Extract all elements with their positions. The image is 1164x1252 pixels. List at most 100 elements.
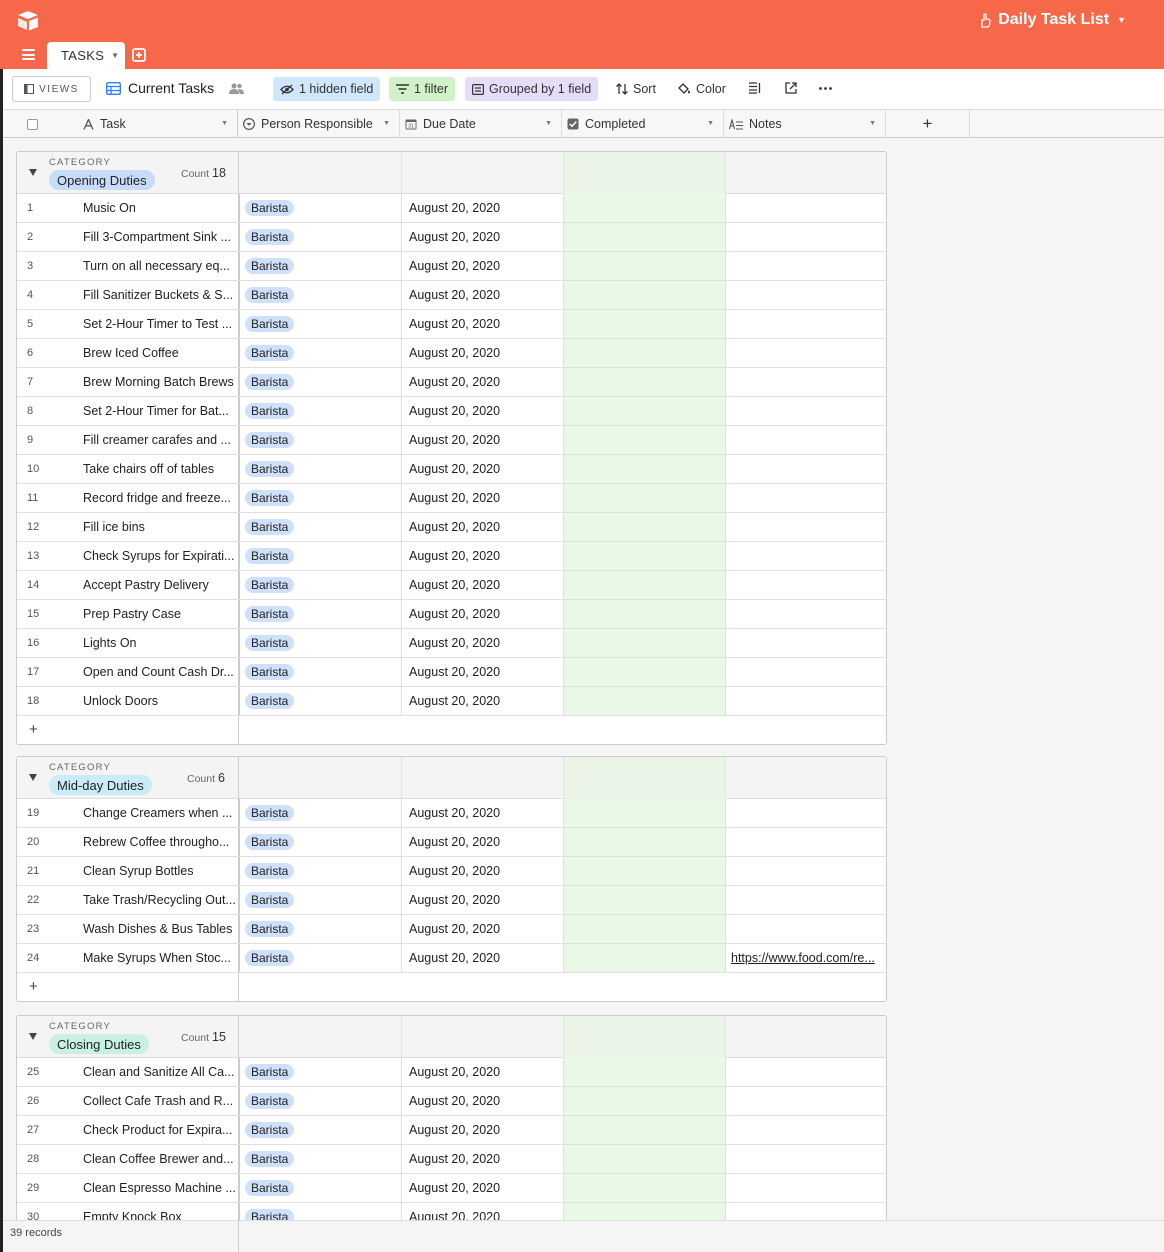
person-cell[interactable]: Barista <box>239 223 401 251</box>
date-cell[interactable]: August 20, 2020 <box>401 1145 563 1173</box>
person-cell[interactable]: Barista <box>239 944 401 972</box>
person-cell[interactable]: Barista <box>239 194 401 222</box>
completed-cell[interactable] <box>563 484 725 512</box>
completed-cell[interactable] <box>563 455 725 483</box>
date-cell[interactable]: August 20, 2020 <box>401 252 563 280</box>
notes-cell[interactable] <box>725 455 887 483</box>
completed-cell[interactable] <box>563 857 725 885</box>
table-row[interactable]: 16 Lights On Barista August 20, 2020 <box>17 629 886 658</box>
person-cell[interactable]: Barista <box>239 455 401 483</box>
notes-cell[interactable] <box>725 281 887 309</box>
task-cell[interactable]: Fill 3-Compartment Sink ... <box>83 223 237 251</box>
group-button[interactable]: Grouped by 1 field <box>465 77 599 101</box>
task-cell[interactable]: Check Product for Expira... <box>83 1116 237 1144</box>
date-cell[interactable]: August 20, 2020 <box>401 223 563 251</box>
notes-cell[interactable] <box>725 658 887 686</box>
task-cell[interactable]: Take chairs off of tables <box>83 455 237 483</box>
person-cell[interactable]: Barista <box>239 1058 401 1086</box>
task-cell[interactable]: Open and Count Cash Dr... <box>83 658 237 686</box>
date-cell[interactable]: August 20, 2020 <box>401 1174 563 1202</box>
add-record-row[interactable]: + <box>17 973 886 1001</box>
date-cell[interactable]: August 20, 2020 <box>401 658 563 686</box>
date-cell[interactable]: August 20, 2020 <box>401 310 563 338</box>
hide-fields-button[interactable]: 1 hidden field <box>273 77 381 101</box>
task-cell[interactable]: Fill creamer carafes and ... <box>83 426 237 454</box>
completed-cell[interactable] <box>563 426 725 454</box>
views-button[interactable]: VIEWS <box>12 76 91 102</box>
person-cell[interactable]: Barista <box>239 828 401 856</box>
num-cell[interactable]: 9 <box>17 426 57 454</box>
column-header-completed[interactable]: Completed ▼ <box>562 110 724 138</box>
base-title[interactable]: Daily Task List ▼ <box>979 11 1126 29</box>
notes-cell[interactable] <box>725 629 887 657</box>
task-cell[interactable]: Take Trash/Recycling Out... <box>83 886 237 914</box>
task-cell[interactable]: Empty Knock Box <box>83 1203 237 1220</box>
table-row[interactable]: 18 Unlock Doors Barista August 20, 2020 <box>17 687 886 716</box>
task-cell[interactable]: Unlock Doors <box>83 687 237 715</box>
task-cell[interactable]: Lights On <box>83 629 237 657</box>
notes-cell[interactable] <box>725 223 887 251</box>
chevron-down-icon[interactable]: ▼ <box>707 120 714 127</box>
collapse-group-icon[interactable] <box>29 169 37 176</box>
notes-cell[interactable] <box>725 687 887 715</box>
column-header-due-date[interactable]: 31 Due Date ▼ <box>400 110 562 138</box>
add-field-button[interactable]: + <box>886 110 970 138</box>
num-cell[interactable]: 12 <box>17 513 57 541</box>
table-row[interactable]: 5 Set 2-Hour Timer to Test ... Barista Augu… <box>17 310 886 339</box>
num-cell[interactable]: 10 <box>17 455 57 483</box>
completed-cell[interactable] <box>563 687 725 715</box>
tab-tasks[interactable]: TASKS ▼ <box>47 42 125 69</box>
date-cell[interactable]: August 20, 2020 <box>401 944 563 972</box>
column-header-notes[interactable]: Notes ▼ <box>724 110 886 138</box>
chevron-down-icon[interactable]: ▼ <box>111 51 119 60</box>
date-cell[interactable]: August 20, 2020 <box>401 426 563 454</box>
num-cell[interactable]: 29 <box>17 1174 57 1202</box>
completed-cell[interactable] <box>563 944 725 972</box>
table-row[interactable]: 20 Rebrew Coffee througho... Barista August… <box>17 828 886 857</box>
date-cell[interactable]: August 20, 2020 <box>401 629 563 657</box>
collapse-group-icon[interactable] <box>29 774 37 781</box>
share-view-icon[interactable] <box>785 82 797 94</box>
num-cell[interactable]: 15 <box>17 600 57 628</box>
notes-cell[interactable] <box>725 1203 887 1220</box>
sort-button[interactable]: Sort <box>609 77 663 101</box>
add-table-icon[interactable] <box>132 48 146 62</box>
date-cell[interactable]: August 20, 2020 <box>401 687 563 715</box>
task-cell[interactable]: Accept Pastry Delivery <box>83 571 237 599</box>
notes-cell[interactable] <box>725 1058 887 1086</box>
date-cell[interactable]: August 20, 2020 <box>401 281 563 309</box>
num-cell[interactable]: 1 <box>17 194 57 222</box>
notes-cell[interactable] <box>725 886 887 914</box>
person-cell[interactable]: Barista <box>239 857 401 885</box>
notes-cell[interactable] <box>725 252 887 280</box>
person-cell[interactable]: Barista <box>239 1087 401 1115</box>
date-cell[interactable]: August 20, 2020 <box>401 368 563 396</box>
date-cell[interactable]: August 20, 2020 <box>401 339 563 367</box>
notes-cell[interactable] <box>725 600 887 628</box>
date-cell[interactable]: August 20, 2020 <box>401 1203 563 1220</box>
completed-cell[interactable] <box>563 629 725 657</box>
table-row[interactable]: 17 Open and Count Cash Dr... Barista August… <box>17 658 886 687</box>
group-header[interactable]: CATEGORY Closing Duties Count 15 <box>17 1016 886 1058</box>
num-cell[interactable]: 5 <box>17 310 57 338</box>
task-cell[interactable]: Set 2-Hour Timer for Bat... <box>83 397 237 425</box>
person-cell[interactable]: Barista <box>239 1116 401 1144</box>
notes-cell[interactable]: https://www.food.com/re... <box>725 944 887 972</box>
task-cell[interactable]: Prep Pastry Case <box>83 600 237 628</box>
hamburger-menu-icon[interactable] <box>22 49 35 60</box>
num-cell[interactable]: 3 <box>17 252 57 280</box>
table-row[interactable]: 23 Wash Dishes & Bus Tables Barista August … <box>17 915 886 944</box>
table-row[interactable]: 6 Brew Iced Coffee Barista August 20, 2020 <box>17 339 886 368</box>
date-cell[interactable]: August 20, 2020 <box>401 571 563 599</box>
table-row[interactable]: 10 Take chairs off of tables Barista August… <box>17 455 886 484</box>
chevron-down-icon[interactable]: ▼ <box>221 120 228 127</box>
table-row[interactable]: 13 Check Syrups for Expirati... Barista Aug… <box>17 542 886 571</box>
select-all-checkbox[interactable] <box>26 118 38 130</box>
person-cell[interactable]: Barista <box>239 542 401 570</box>
num-cell[interactable]: 30 <box>17 1203 57 1220</box>
table-row[interactable]: 12 Fill ice bins Barista August 20, 2020 <box>17 513 886 542</box>
table-row[interactable]: 22 Take Trash/Recycling Out... Barista Augu… <box>17 886 886 915</box>
group-header[interactable]: CATEGORY Mid-day Duties Count 6 <box>17 757 886 799</box>
person-cell[interactable]: Barista <box>239 915 401 943</box>
num-cell[interactable]: 20 <box>17 828 57 856</box>
